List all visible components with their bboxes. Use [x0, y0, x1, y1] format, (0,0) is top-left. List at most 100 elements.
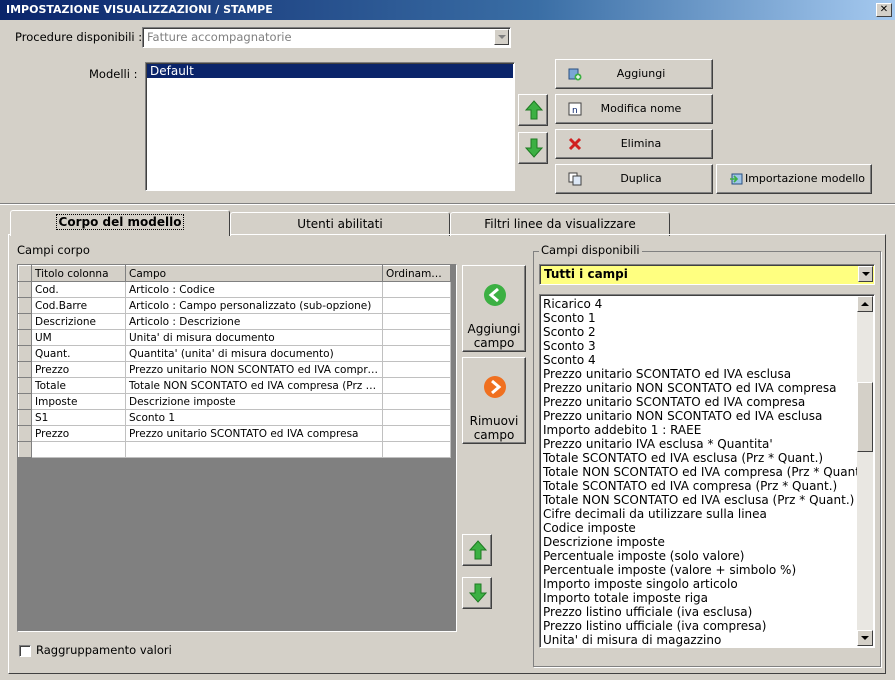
campo-disponibile-item[interactable]: Sconto 1 — [540, 311, 874, 325]
row-header[interactable] — [18, 409, 32, 426]
table-cell[interactable] — [382, 297, 451, 314]
table-cell[interactable]: Sconto 1 — [125, 409, 383, 426]
move-model-down-button[interactable] — [518, 132, 548, 164]
aggiungi-button[interactable]: Aggiungi — [555, 59, 713, 89]
row-header[interactable] — [18, 361, 32, 378]
move-model-up-button[interactable] — [518, 94, 548, 126]
campo-disponibile-item[interactable]: Prezzo unitario NON SCONTATO ed IVA escl… — [540, 409, 874, 423]
campo-disponibile-item[interactable]: Unita' di misura di magazzino — [540, 633, 874, 647]
tab-utenti-abilitati[interactable]: Utenti abilitati — [230, 212, 450, 236]
table-cell[interactable]: Descrizione — [31, 313, 126, 330]
table-cell[interactable] — [31, 441, 126, 458]
row-header[interactable] — [18, 345, 32, 362]
table-row[interactable]: UM Unita' di misura documento — [18, 329, 451, 346]
table-cell[interactable] — [382, 409, 451, 426]
elimina-button[interactable]: Elimina — [555, 129, 713, 159]
table-cell[interactable]: Prezzo — [31, 361, 126, 378]
scroll-thumb[interactable] — [857, 382, 873, 452]
campo-disponibile-item[interactable]: Sconto 4 — [540, 353, 874, 367]
aggiungi-campo-button[interactable]: Aggiungi campo — [462, 265, 526, 352]
campo-disponibile-item[interactable]: Percentuale imposte (solo valore) — [540, 549, 874, 563]
campo-disponibile-item[interactable]: Importo totale imposte riga — [540, 591, 874, 605]
table-row[interactable]: S1 Sconto 1 — [18, 409, 451, 426]
column-header[interactable]: Titolo colonna — [31, 265, 126, 282]
campo-disponibile-item[interactable]: Prezzo unitario NON SCONTATO ed IVA comp… — [540, 381, 874, 395]
campo-disponibile-item[interactable]: Importo imposte singolo articolo — [540, 577, 874, 591]
table-row[interactable]: Descrizione Articolo : Descrizione — [18, 313, 451, 330]
table-cell[interactable] — [382, 377, 451, 394]
row-header[interactable] — [18, 281, 32, 298]
table-cell[interactable]: Totale NON SCONTATO ed IVA compresa (Prz… — [125, 377, 383, 394]
table-cell[interactable] — [125, 441, 383, 458]
campo-disponibile-item[interactable]: Totale NON SCONTATO ed IVA compresa (Prz… — [540, 465, 874, 479]
importazione-modello-button[interactable]: Importazione modello — [716, 164, 872, 194]
table-cell[interactable]: Cod. — [31, 281, 126, 298]
row-header[interactable] — [18, 297, 32, 314]
tab-filtri-linee[interactable]: Filtri linee da visualizzare — [450, 212, 670, 236]
campo-disponibile-item[interactable]: Totale SCONTATO ed IVA compresa (Prz * Q… — [540, 479, 874, 493]
campi-corpo-grid[interactable]: Titolo colonna Campo Ordiname... Cod. Artic… — [17, 264, 457, 632]
campo-disponibile-item[interactable]: Codice imposte — [540, 521, 874, 535]
table-cell[interactable]: Unita' di misura documento — [125, 329, 383, 346]
table-cell[interactable]: Totale — [31, 377, 126, 394]
campo-disponibile-item[interactable]: Cifre decimali da utilizzare sulla linea — [540, 507, 874, 521]
close-button[interactable]: ✕ — [876, 3, 892, 17]
campo-disponibile-item[interactable]: Prezzo listino ufficiale (iva esclusa) — [540, 605, 874, 619]
row-header[interactable] — [18, 441, 32, 458]
row-header[interactable] — [18, 393, 32, 410]
table-row[interactable]: Prezzo Prezzo unitario NON SCONTATO ed IV… — [18, 361, 451, 378]
campo-disponibile-item[interactable]: Sconto 3 — [540, 339, 874, 353]
campo-disponibile-item[interactable]: Prezzo unitario SCONTATO ed IVA compresa — [540, 395, 874, 409]
table-cell[interactable]: Cod.Barre — [31, 297, 126, 314]
table-row[interactable]: Quant. Quantita' (unita' di misura docume… — [18, 345, 451, 362]
table-row[interactable]: Prezzo Prezzo unitario SCONTATO ed IVA co… — [18, 425, 451, 442]
campo-disponibile-item[interactable]: Prezzo unitario SCONTATO ed IVA esclusa — [540, 367, 874, 381]
table-cell[interactable] — [382, 361, 451, 378]
table-cell[interactable] — [382, 345, 451, 362]
table-cell[interactable] — [382, 313, 451, 330]
table-cell[interactable] — [382, 441, 451, 458]
modifica-nome-button[interactable]: n Modifica nome — [555, 94, 713, 124]
row-header[interactable] — [18, 329, 32, 346]
vertical-scrollbar[interactable] — [857, 296, 873, 646]
table-row[interactable]: Imposte Descrizione imposte — [18, 393, 451, 410]
campo-disponibile-item[interactable]: Prezzo unitario IVA esclusa * Quantita' — [540, 437, 874, 451]
table-cell[interactable]: Descrizione imposte — [125, 393, 383, 410]
modelli-list[interactable]: Default — [145, 62, 515, 191]
campo-disponibile-item[interactable]: Ricarico 4 — [540, 297, 874, 311]
window-titlebar[interactable]: IMPOSTAZIONE VISUALIZZAZIONI / STAMPE — [0, 0, 895, 20]
table-cell[interactable]: UM — [31, 329, 126, 346]
campi-filter-select[interactable]: Tutti i campi — [539, 264, 875, 285]
duplica-button[interactable]: Duplica — [555, 164, 713, 194]
scroll-up-icon[interactable] — [857, 296, 873, 312]
campo-disponibile-item[interactable]: Importo addebito 1 : RAEE — [540, 423, 874, 437]
row-header[interactable] — [18, 377, 32, 394]
table-cell[interactable]: Articolo : Campo personalizzato (sub-opz… — [125, 297, 383, 314]
table-cell[interactable]: Articolo : Descrizione — [125, 313, 383, 330]
raggruppamento-checkbox[interactable] — [19, 645, 31, 657]
table-cell[interactable]: Prezzo unitario NON SCONTATO ed IVA comp… — [125, 361, 383, 378]
campo-disponibile-item[interactable]: Percentuale imposte (valore + simbolo %) — [540, 563, 874, 577]
campo-disponibile-item[interactable]: Totale NON SCONTATO ed IVA esclusa (Prz … — [540, 493, 874, 507]
table-cell[interactable] — [382, 329, 451, 346]
table-cell[interactable]: Quantita' (unita' di misura documento) — [125, 345, 383, 362]
table-cell[interactable] — [382, 281, 451, 298]
table-cell[interactable]: Prezzo — [31, 425, 126, 442]
table-cell[interactable] — [382, 393, 451, 410]
table-row[interactable]: Cod.Barre Articolo : Campo personalizzato… — [18, 297, 451, 314]
table-cell[interactable]: Quant. — [31, 345, 126, 362]
table-row[interactable]: Totale Totale NON SCONTATO ed IVA compres… — [18, 377, 451, 394]
table-cell[interactable]: Prezzo unitario SCONTATO ed IVA compresa — [125, 425, 383, 442]
campi-disponibili-list[interactable]: Ricarico 4 Sconto 1 Sconto 2 Sconto 3 Sconto… — [539, 294, 875, 648]
move-field-down-button[interactable] — [462, 577, 492, 609]
rimuovi-campo-button[interactable]: Rimuovi campo — [462, 357, 526, 444]
row-header[interactable] — [18, 425, 32, 442]
table-cell[interactable]: Imposte — [31, 393, 126, 410]
move-field-up-button[interactable] — [462, 534, 492, 566]
campo-disponibile-item[interactable]: Sconto 2 — [540, 325, 874, 339]
campo-disponibile-item[interactable]: Prezzo listino ufficiale (iva compresa) — [540, 619, 874, 633]
scroll-down-icon[interactable] — [857, 630, 873, 646]
campo-disponibile-item[interactable]: Descrizione imposte — [540, 535, 874, 549]
tab-corpo-del-modello[interactable]: Corpo del modello — [10, 210, 230, 236]
table-cell[interactable] — [382, 425, 451, 442]
